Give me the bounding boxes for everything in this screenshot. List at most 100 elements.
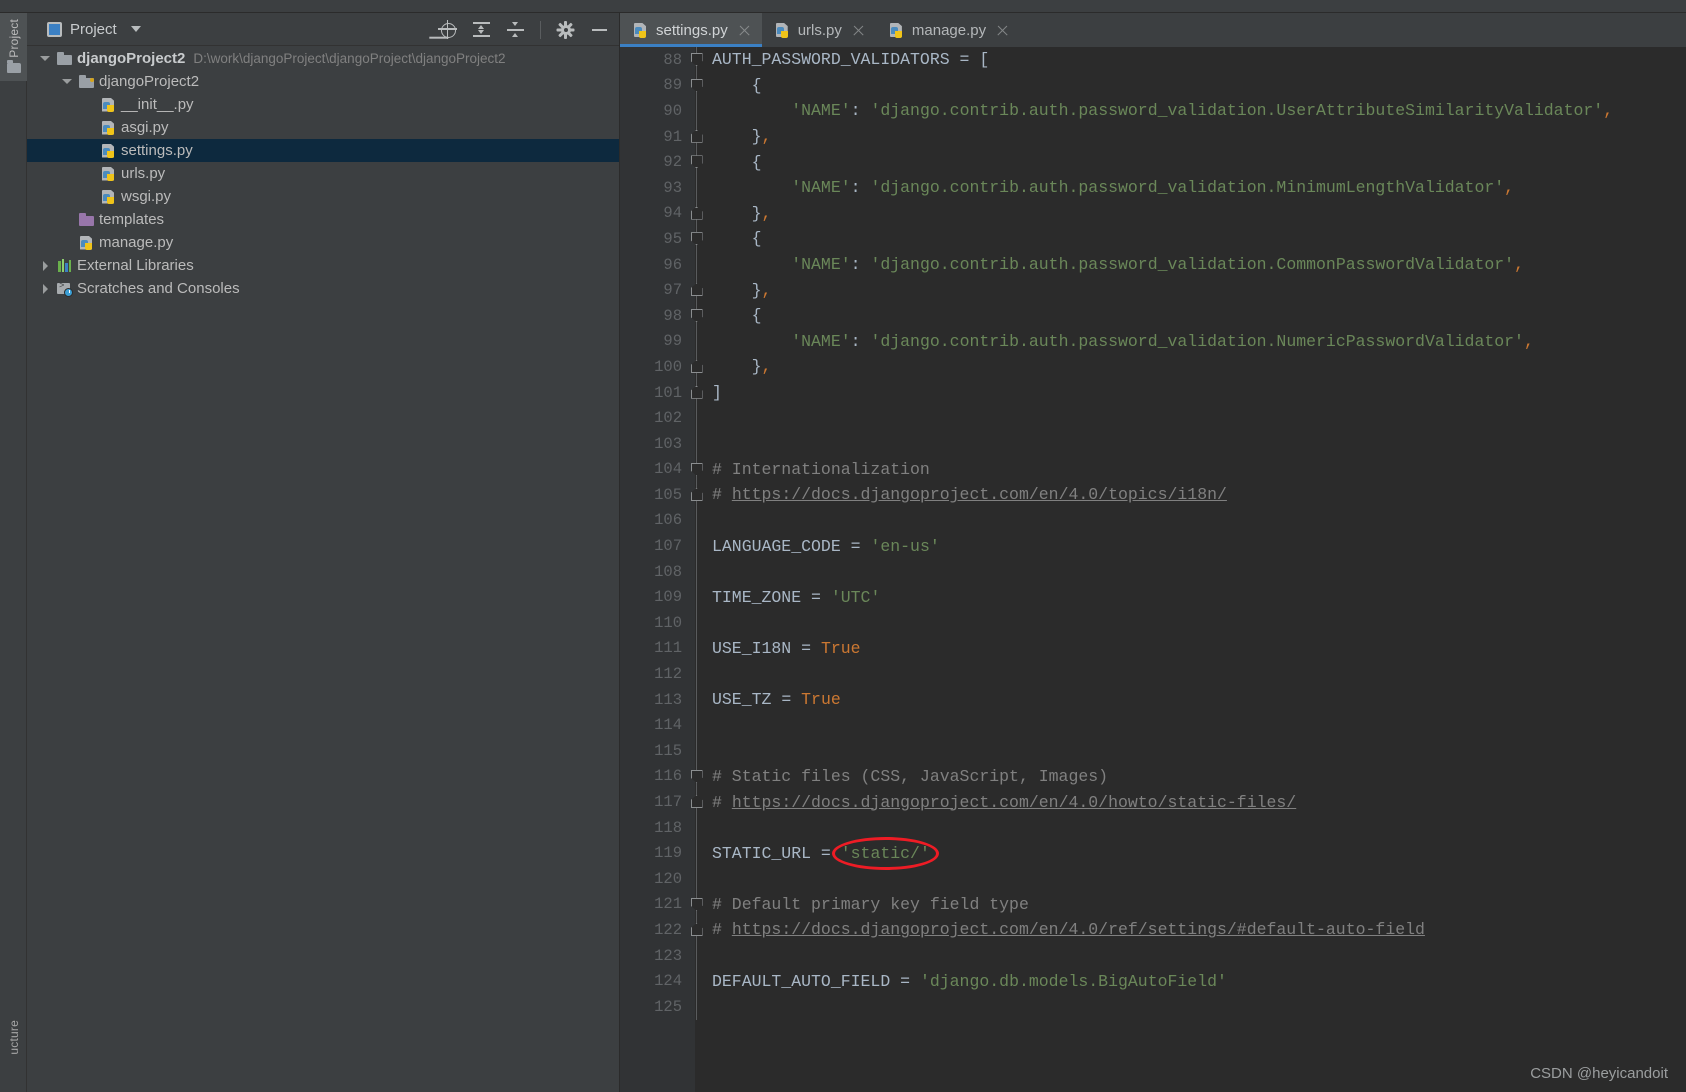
tree-item--init-py[interactable]: __init__.py	[27, 93, 619, 116]
code-line-text: {	[712, 153, 762, 172]
line-number[interactable]: 116	[620, 767, 682, 785]
line-number[interactable]: 96	[620, 256, 682, 274]
line-number[interactable]: 117	[620, 793, 682, 811]
fold-marker[interactable]	[682, 200, 712, 227]
tree-item-manage-py[interactable]: manage.py	[27, 231, 619, 254]
minimize-icon[interactable]	[590, 20, 609, 39]
expand-all-icon[interactable]	[472, 20, 491, 39]
fold-marker[interactable]	[682, 149, 712, 175]
line-number[interactable]: 88	[620, 51, 682, 69]
line-number[interactable]: 107	[620, 537, 682, 555]
code-editor-surface[interactable]: 88 AUTH_PASSWORD_VALIDATORS = [89 {90 'NA…	[620, 47, 1686, 1092]
line-number[interactable]: 119	[620, 844, 682, 862]
line-number[interactable]: 100	[620, 358, 682, 376]
close-icon[interactable]	[852, 24, 865, 37]
fold-marker[interactable]	[682, 379, 712, 406]
code-line: 99 'NAME': 'django.contrib.auth.password…	[620, 328, 1686, 355]
fold-marker[interactable]	[682, 917, 712, 943]
locate-in-tree-icon[interactable]	[438, 20, 457, 39]
line-number[interactable]: 89	[620, 76, 682, 94]
collapse-all-icon[interactable]	[506, 20, 525, 39]
fold-marker[interactable]	[682, 226, 712, 252]
tree-item-asgi-py[interactable]: asgi.py	[27, 116, 619, 139]
code-token: }	[751, 357, 762, 377]
tree-item-templates[interactable]: templates	[27, 208, 619, 231]
code-token: ,	[1514, 255, 1524, 275]
line-number[interactable]: 91	[620, 128, 682, 146]
tree-item-wsgi-py[interactable]: wsgi.py	[27, 185, 619, 208]
tree-item-external-libraries[interactable]: External Libraries	[27, 254, 619, 277]
line-number[interactable]: 125	[620, 998, 682, 1016]
fold-marker	[682, 814, 712, 841]
line-number[interactable]: 102	[620, 409, 682, 427]
line-number[interactable]: 93	[620, 179, 682, 197]
fold-marker[interactable]	[682, 302, 712, 329]
close-icon[interactable]	[996, 24, 1009, 37]
line-number[interactable]: 90	[620, 102, 682, 120]
chevron-down-icon[interactable]	[61, 76, 73, 88]
fold-marker[interactable]	[682, 789, 712, 815]
fold-marker[interactable]	[682, 482, 712, 508]
line-number[interactable]: 123	[620, 947, 682, 965]
tree-item-urls-py[interactable]: urls.py	[27, 162, 619, 185]
fold-marker[interactable]	[682, 123, 712, 150]
fold-marker[interactable]	[682, 763, 712, 790]
line-number[interactable]: 120	[620, 870, 682, 888]
line-number[interactable]: 111	[620, 639, 682, 657]
code-token: 'django.contrib.auth.password_validation…	[870, 331, 1524, 351]
fold-marker[interactable]	[682, 277, 712, 303]
fold-marker[interactable]	[682, 251, 712, 278]
close-icon[interactable]	[738, 24, 751, 37]
line-number[interactable]: 118	[620, 819, 682, 837]
tree-item-djangoproject2[interactable]: djangoProject2	[27, 70, 619, 93]
line-number[interactable]: 114	[620, 716, 682, 734]
line-number[interactable]: 105	[620, 486, 682, 504]
fold-marker[interactable]	[682, 98, 712, 124]
line-number[interactable]: 108	[620, 563, 682, 581]
gear-icon[interactable]	[556, 20, 575, 39]
rail-button-project[interactable]: Project	[0, 13, 27, 81]
line-number[interactable]: 113	[620, 691, 682, 709]
fold-marker[interactable]	[682, 456, 712, 483]
line-number[interactable]: 97	[620, 281, 682, 299]
line-number[interactable]: 115	[620, 742, 682, 760]
fold-marker[interactable]	[682, 174, 712, 201]
line-number[interactable]: 110	[620, 614, 682, 632]
line-number[interactable]: 104	[620, 460, 682, 478]
fold-marker[interactable]	[682, 328, 712, 355]
line-number[interactable]: 109	[620, 588, 682, 606]
tree-item-djangoproject2[interactable]: djangoProject2 D:\work\djangoProject\djan…	[27, 47, 619, 70]
line-number[interactable]: 95	[620, 230, 682, 248]
fold-marker[interactable]	[682, 891, 712, 918]
fold-marker[interactable]	[682, 47, 712, 73]
fold-marker[interactable]	[682, 354, 712, 380]
editor-tab-manage-py[interactable]: manage.py	[876, 13, 1020, 47]
line-number[interactable]: 101	[620, 384, 682, 402]
code-token[interactable]: https://docs.djangoproject.com/en/4.0/ho…	[732, 793, 1296, 812]
line-number[interactable]: 92	[620, 153, 682, 171]
line-number[interactable]: 98	[620, 307, 682, 325]
tree-item-scratches-and-consoles[interactable]: Scratches and Consoles	[27, 277, 619, 300]
line-number[interactable]: 112	[620, 665, 682, 683]
editor-tab-settings-py[interactable]: settings.py	[620, 13, 762, 47]
chevron-down-icon[interactable]	[39, 53, 51, 65]
scratches-icon	[56, 281, 73, 297]
chevron-down-icon[interactable]	[130, 26, 141, 32]
editor-tab-urls-py[interactable]: urls.py	[762, 13, 876, 47]
line-number[interactable]: 106	[620, 511, 682, 529]
line-number[interactable]: 99	[620, 332, 682, 350]
line-number[interactable]: 124	[620, 972, 682, 990]
chevron-right-icon[interactable]	[39, 260, 51, 272]
chevron-right-icon[interactable]	[39, 283, 51, 295]
project-panel-title-group[interactable]: Project	[27, 21, 141, 38]
line-number[interactable]: 94	[620, 204, 682, 222]
rail-button-structure[interactable]: ucture	[0, 1014, 27, 1092]
code-token[interactable]: https://docs.djangoproject.com/en/4.0/re…	[732, 920, 1425, 939]
line-number[interactable]: 121	[620, 895, 682, 913]
line-number[interactable]: 122	[620, 921, 682, 939]
fold-marker[interactable]	[682, 72, 712, 99]
code-token[interactable]: https://docs.djangoproject.com/en/4.0/to…	[732, 485, 1227, 504]
tree-item-settings-py[interactable]: settings.py	[27, 139, 619, 162]
line-number[interactable]: 103	[620, 435, 682, 453]
